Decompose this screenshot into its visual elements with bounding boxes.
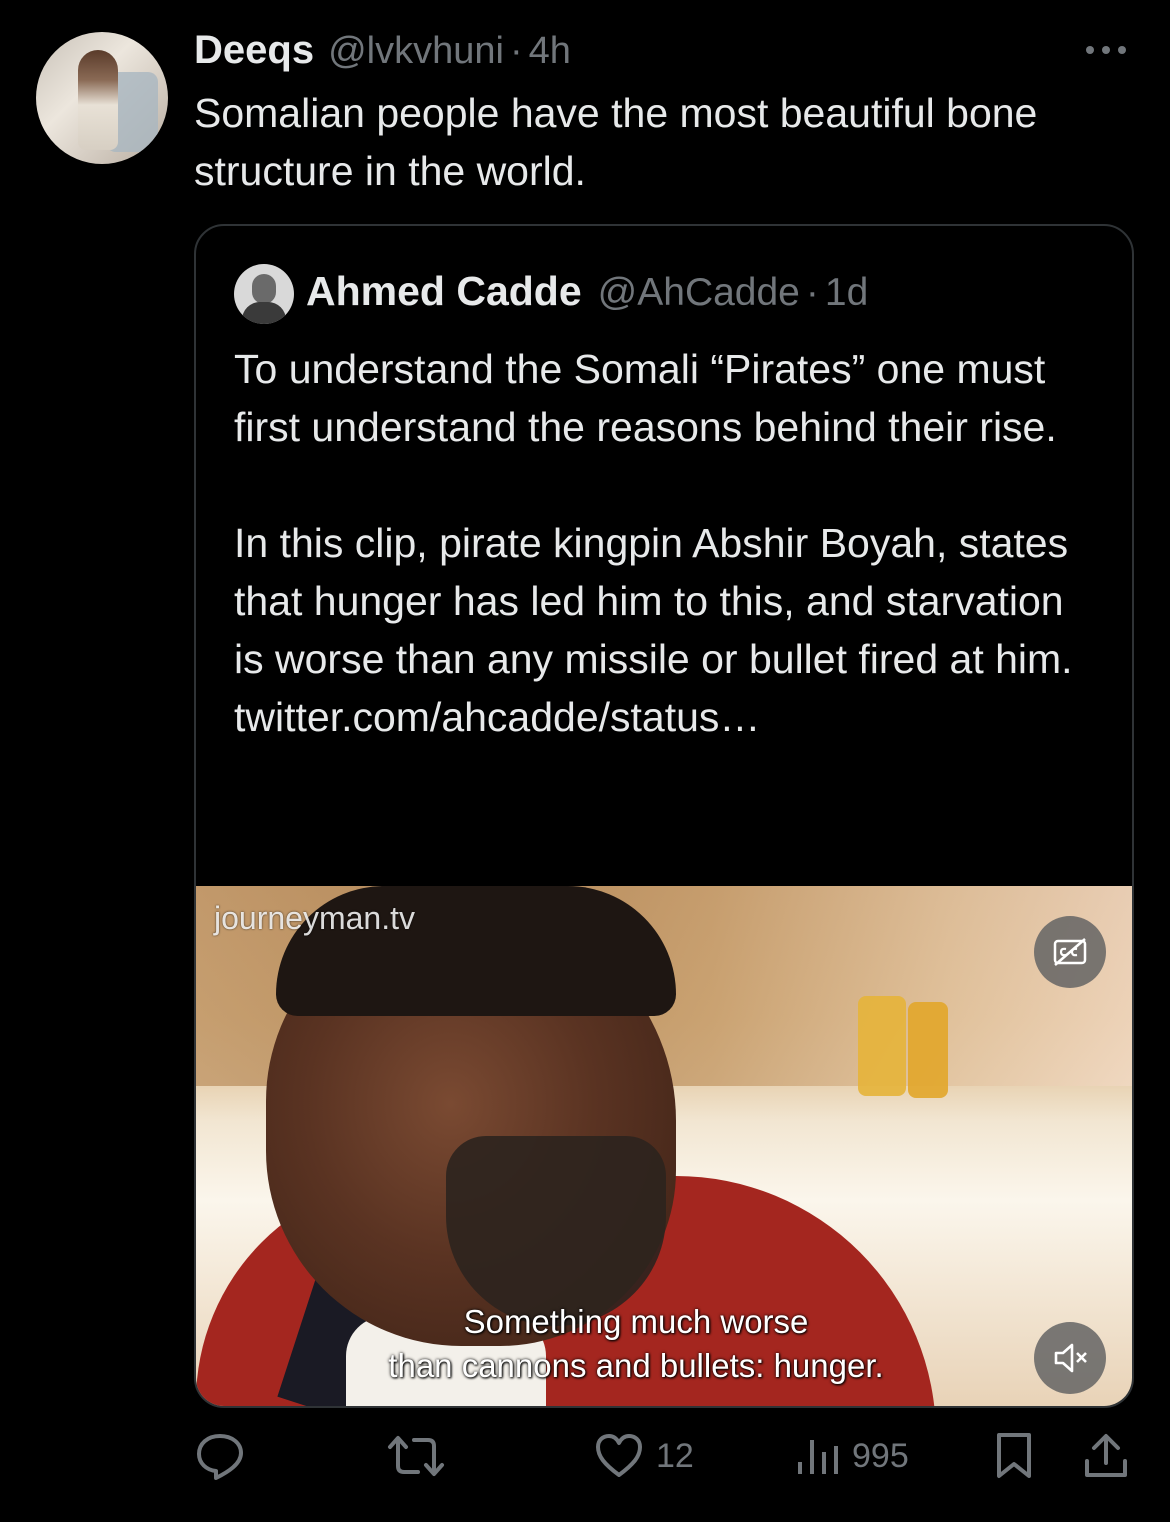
more-dot (1118, 46, 1126, 54)
bookmark-icon (997, 1433, 1031, 1478)
captions-off-button[interactable] (1034, 916, 1106, 988)
tweet-text: Somalian people have the most beautiful … (194, 90, 1038, 194)
separator: · (509, 30, 523, 72)
bookmark-button[interactable] (994, 1426, 1034, 1486)
tweet[interactable]: Deeqs @lvkvhuni · 4h Somalian people hav… (0, 0, 1170, 1522)
caption-line: Something much worse (463, 1303, 809, 1340)
more-dot (1086, 46, 1094, 54)
tweet-header: Deeqs @lvkvhuni · 4h (194, 28, 571, 76)
more-options-icon[interactable] (1080, 30, 1132, 70)
timestamp[interactable]: 4h (529, 30, 571, 73)
author-name[interactable]: Deeqs (194, 28, 314, 73)
quoted-header: Ahmed Cadde @AhCadde · 1d (306, 268, 868, 315)
quoted-text: To understand the Somali “Pirates” one m… (234, 346, 1073, 740)
quoted-timestamp: 1d (824, 271, 869, 314)
video-player[interactable]: journeyman.tv Something much worse than … (196, 886, 1132, 1406)
author-handle[interactable]: @lvkvhuni (328, 30, 504, 73)
view-count: 995 (852, 1436, 909, 1475)
share-icon (1085, 1434, 1127, 1477)
video-captions: Something much worse than cannons and bu… (196, 1300, 1106, 1388)
muted-speaker-icon (1054, 1343, 1087, 1373)
avatar[interactable] (36, 32, 168, 164)
quoted-author-name: Ahmed Cadde (306, 268, 582, 314)
captions-off-icon (1053, 938, 1087, 966)
more-dot (1102, 46, 1110, 54)
retweet-button[interactable] (386, 1426, 446, 1486)
like-count: 12 (656, 1436, 694, 1475)
views-button[interactable]: 995 (796, 1426, 909, 1486)
reply-button[interactable] (194, 1426, 246, 1486)
avatar-body (242, 302, 286, 324)
quoted-avatar[interactable] (234, 264, 294, 324)
video-watermark: journeyman.tv (214, 900, 415, 936)
share-button[interactable] (1082, 1426, 1130, 1486)
action-bar: 12 995 (194, 1426, 1134, 1486)
quoted-author-handle: @AhCadde (597, 271, 800, 314)
avatar-head (252, 274, 276, 304)
views-icon (798, 1440, 838, 1474)
caption-line: than cannons and bullets: hunger. (388, 1347, 884, 1384)
reply-icon (197, 1434, 243, 1480)
heart-icon (596, 1434, 642, 1477)
retweet-icon (388, 1436, 444, 1476)
video-background-object (858, 996, 906, 1096)
quoted-tweet[interactable]: Ahmed Cadde @AhCadde · 1d To understand … (194, 224, 1134, 1408)
mute-button[interactable] (1034, 1322, 1106, 1394)
avatar-figure (78, 50, 118, 150)
separator: · (805, 271, 819, 314)
video-background-object (908, 1002, 948, 1098)
like-button[interactable]: 12 (594, 1426, 694, 1486)
